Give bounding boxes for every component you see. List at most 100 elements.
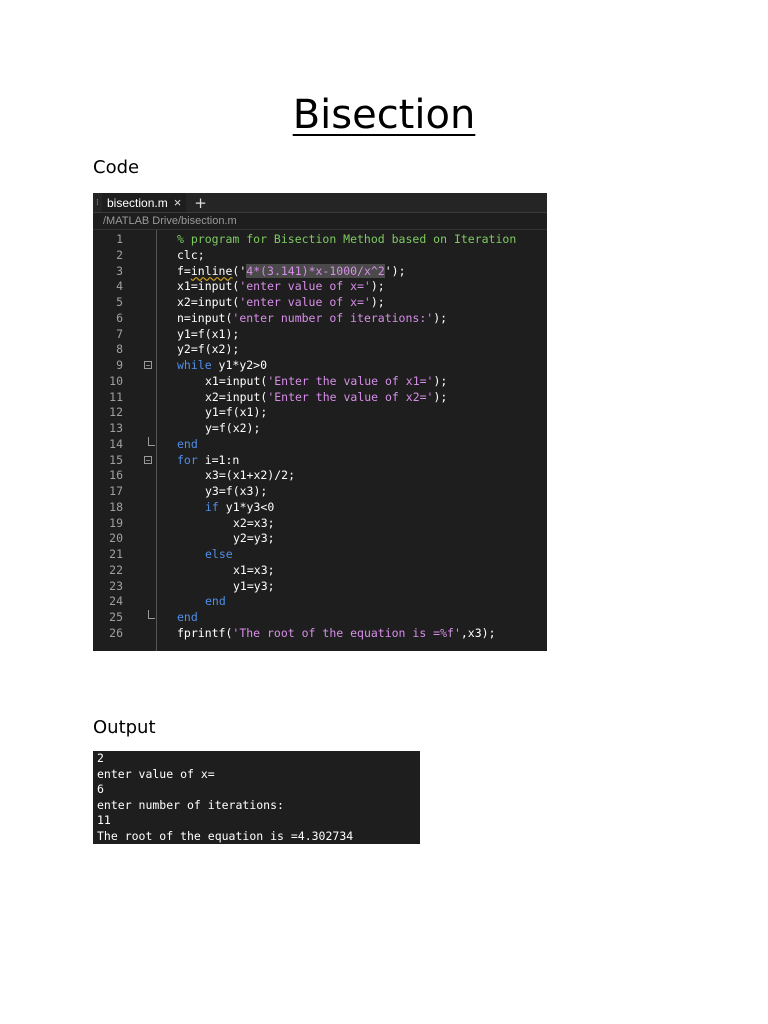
line-number: 11 <box>109 389 123 404</box>
code-token: else <box>205 547 233 561</box>
code-text: while y1*y2>0 <box>177 358 267 374</box>
code-line[interactable]: 26 fprintf('The root of the equation is =… <box>93 626 547 642</box>
code-token: y1=y3; <box>233 578 275 593</box>
code-line[interactable]: 1 % program for Bisection Method based on… <box>93 232 547 248</box>
console-line: 11 <box>97 813 111 828</box>
line-number: 7 <box>116 326 123 341</box>
code-token: end <box>205 594 226 609</box>
code-token: if <box>205 499 219 514</box>
code-token: end <box>177 610 198 624</box>
code-line[interactable]: 2 clc; <box>93 248 547 264</box>
code-line[interactable]: 21 else <box>93 547 547 563</box>
code-token: y=f(x2); <box>205 421 261 435</box>
command-window-output: 2 enter value of x= 6 enter number of itera… <box>93 751 420 844</box>
code-section-label: Code <box>93 157 140 178</box>
code-area[interactable]: 1 % program for Bisection Method based on… <box>93 230 547 651</box>
line-number: 17 <box>109 484 123 498</box>
code-token: y1*y2>0 <box>211 358 268 372</box>
code-token: x2=input( <box>177 295 240 309</box>
code-line[interactable]: 5 x2=input('enter value of x='); <box>93 295 547 311</box>
code-token: x1=x3; <box>233 562 275 577</box>
code-line[interactable]: 10 x1=input('Enter the value of x1='); <box>93 374 547 390</box>
code-token: inline <box>190 263 233 278</box>
code-text: n=input('enter number of iterations:'); <box>177 311 447 327</box>
line-number: 18 <box>109 499 123 514</box>
code-token: y2=f(x2); <box>177 342 240 357</box>
code-token: end <box>177 436 198 451</box>
line-number: 24 <box>109 594 123 609</box>
code-token: 'The root of the equation is =%f' <box>232 625 461 640</box>
fold-collapse-icon[interactable]: − <box>144 361 152 370</box>
code-text: x1=input('enter value of x='); <box>177 279 385 295</box>
code-line[interactable]: 6 n=input('enter number of iterations:'); <box>93 311 547 327</box>
code-token: for <box>177 452 198 467</box>
code-line[interactable]: 19 x2=x3; <box>93 516 547 532</box>
code-line[interactable]: 23 y1=y3; <box>93 579 547 595</box>
code-line[interactable]: 20 y2=y3; <box>93 531 547 547</box>
code-token: clc; <box>177 247 205 262</box>
tab-label: bisection.m <box>107 195 168 210</box>
code-line[interactable]: 12 y1=f(x1); <box>93 405 547 421</box>
code-line[interactable]: 16 x3=(x1+x2)/2; <box>93 468 547 484</box>
document-title: Bisection <box>292 92 476 138</box>
line-number: 19 <box>109 515 123 530</box>
code-token: y1*y3<0 <box>218 499 275 514</box>
code-line[interactable]: 25 end <box>93 610 547 626</box>
code-text: x1=input('Enter the value of x1='); <box>205 374 447 390</box>
fold-collapse-icon[interactable]: − <box>144 455 152 464</box>
code-line[interactable]: 13 y=f(x2); <box>93 421 547 437</box>
line-number: 21 <box>109 547 123 561</box>
line-number: 12 <box>109 405 123 420</box>
line-number: 13 <box>109 421 123 435</box>
line-number: 14 <box>109 436 123 451</box>
code-token: x1=input( <box>177 279 240 294</box>
output-section-label: Output <box>93 717 156 738</box>
code-token: ); <box>370 279 385 294</box>
code-text: y1=f(x1); <box>205 405 267 421</box>
code-token: ); <box>433 310 448 325</box>
code-line[interactable]: 11 x2=input('Enter the value of x2='); <box>93 390 547 406</box>
line-number: 10 <box>109 373 123 388</box>
code-line[interactable]: 8 y2=f(x2); <box>93 342 547 358</box>
code-token: y2=y3; <box>233 531 275 546</box>
code-text: y2=y3; <box>233 531 275 547</box>
line-number: 25 <box>109 610 123 624</box>
code-line[interactable]: 14 end <box>93 436 547 453</box>
code-line[interactable]: 4 x1=input('enter value of x='); <box>93 279 547 295</box>
file-path: /MATLAB Drive/bisection.m <box>93 213 547 230</box>
line-number: 20 <box>109 531 123 546</box>
code-token: 'Enter the value of x1=' <box>267 373 434 388</box>
editor-tab-bisection[interactable]: bisection.m × <box>102 193 187 212</box>
code-token: i=1:n <box>197 452 240 467</box>
line-number: 2 <box>116 247 123 262</box>
code-line[interactable]: 22 x1=x3; <box>93 563 547 579</box>
code-line[interactable]: 24 end <box>93 594 547 610</box>
console-line: enter number of iterations: <box>97 797 284 812</box>
code-text: end <box>177 610 198 626</box>
add-tab-icon[interactable]: + <box>194 194 207 212</box>
code-line[interactable]: 15 − for i=1:n <box>93 453 547 469</box>
console-line: 2 <box>97 751 104 765</box>
matlab-editor: ⁞ bisection.m × + /MATLAB Drive/bisectio… <box>93 193 547 651</box>
code-line[interactable]: 9 − while y1*y2>0 <box>93 358 547 374</box>
fold-end-marker <box>148 610 155 619</box>
code-token: x3=(x1+x2)/2; <box>205 468 296 483</box>
code-token: x1=input( <box>205 373 268 388</box>
code-text: x2=input('enter value of x='); <box>177 295 385 311</box>
code-line[interactable]: 17 y3=f(x3); <box>93 484 547 500</box>
code-text: x1=x3; <box>233 563 275 579</box>
code-text: else <box>205 547 233 563</box>
fold-end-marker <box>148 436 155 446</box>
code-line[interactable]: 18 if y1*y3<0 <box>93 500 547 516</box>
editor-tab-bar: ⁞ bisection.m × + <box>93 193 547 213</box>
code-text: % program for Bisection Method based on … <box>177 232 516 248</box>
line-number: 16 <box>109 468 123 483</box>
close-icon[interactable]: × <box>174 195 182 210</box>
code-token: 4*(3.141)*x-1000/x^2 <box>246 263 385 278</box>
code-token: fprintf( <box>177 625 233 640</box>
code-text: x3=(x1+x2)/2; <box>205 468 295 484</box>
code-line[interactable]: 3 f=inline('4*(3.141)*x-1000/x^2'); <box>93 263 547 280</box>
line-number: 5 <box>116 295 123 309</box>
line-number: 23 <box>109 578 123 593</box>
code-line[interactable]: 7 y1=f(x1); <box>93 327 547 343</box>
